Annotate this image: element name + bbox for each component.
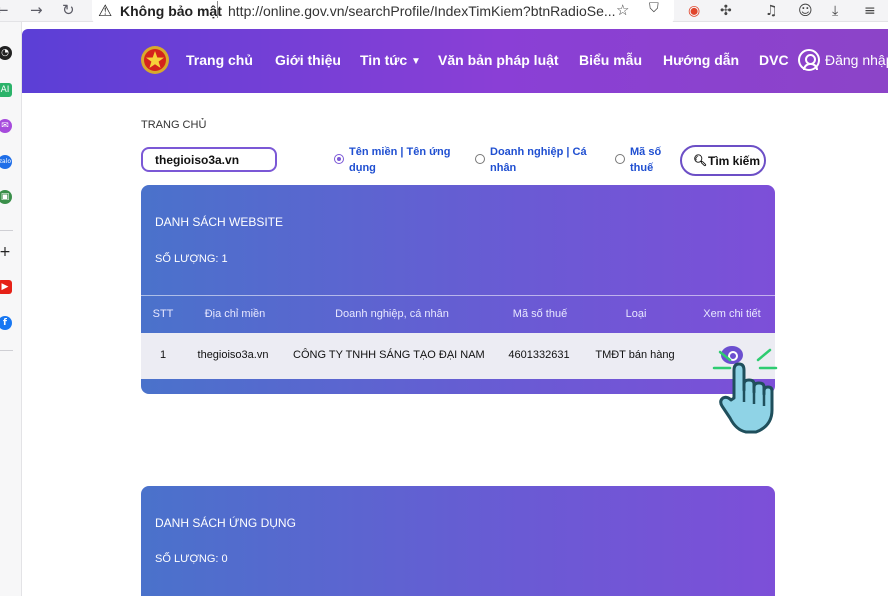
nav-guide[interactable]: Hướng dẫn (663, 52, 739, 68)
forward-arrow-icon[interactable]: → (30, 1, 43, 19)
browser-toolbar: ← → ↻ ⚠ Không bảo mật http://online.gov.… (0, 0, 888, 24)
column-header-tax: Mã số thuế (512, 308, 568, 320)
youtube-icon[interactable]: ▶ (0, 280, 12, 294)
cell-tax: 4601332631 (508, 349, 570, 361)
zalo-icon[interactable]: zalo (0, 155, 12, 169)
puzzle-extensions-icon[interactable]: ✣ (720, 3, 732, 19)
column-header-company: Doanh nghiệp, cá nhân (335, 308, 449, 320)
nav-about[interactable]: Giới thiệu (275, 52, 341, 68)
app-list-card: DANH SÁCH ỨNG DỤNG SỐ LƯỢNG: 0 (141, 486, 775, 596)
cell-type: TMĐT bán hàng (595, 349, 675, 361)
search-icon: 🔍︎ (693, 154, 707, 167)
search-button-label: Tìm kiếm (708, 154, 761, 168)
url-text[interactable]: http://online.gov.vn/searchProfile/Index… (228, 3, 616, 19)
user-icon[interactable] (798, 49, 820, 71)
website-list-title: DANH SÁCH WEBSITE (155, 215, 284, 229)
warning-icon: ⚠ (98, 1, 113, 20)
security-label: Không bảo mật (120, 3, 222, 19)
bookmark-star-icon[interactable]: ☆ (616, 1, 629, 19)
nav-forms[interactable]: Biểu mẫu (579, 52, 642, 68)
radio-domain-app-label[interactable]: Tên miền | Tên ứng dụng (349, 144, 451, 176)
cell-domain: thegioiso3a.vn (197, 349, 269, 361)
table-header: STT Địa chỉ miền Doanh nghiệp, cá nhân M… (141, 295, 775, 333)
media-playlist-icon[interactable]: ♫ (765, 3, 778, 19)
gamepad-icon[interactable]: ▣ (0, 190, 12, 204)
column-header-type: Loại (625, 308, 647, 320)
download-icon[interactable]: ⤓ (832, 3, 838, 19)
address-bar[interactable]: ⚠ Không bảo mật http://online.gov.vn/sea… (92, 0, 674, 24)
account-icon[interactable]: ☺ (798, 3, 813, 19)
radio-tax-code-label[interactable]: Mã số thuế (630, 144, 661, 176)
national-emblem-logo[interactable] (140, 44, 170, 76)
divider (217, 1, 218, 18)
ai-chat-icon[interactable]: AI (0, 83, 12, 97)
cell-stt: 1 (159, 349, 167, 361)
nav-news[interactable]: Tin tức (360, 52, 407, 68)
breadcrumb[interactable]: TRANG CHỦ (141, 119, 206, 131)
radio-tax-code[interactable] (615, 154, 625, 164)
extension-icon[interactable]: ◉ (688, 3, 700, 19)
messenger-icon[interactable]: ✉ (0, 119, 12, 133)
sidebar-divider (0, 230, 13, 231)
nav-dvc[interactable]: DVC (759, 52, 789, 68)
app-count: SỐ LƯỢNG: 0 (155, 553, 228, 565)
sidebar-divider (0, 350, 13, 351)
nav-home[interactable]: Trang chủ (186, 52, 253, 68)
nav-legal-documents[interactable]: Văn bản pháp luật (438, 52, 559, 68)
add-panel-icon[interactable]: + (0, 245, 12, 259)
login-link[interactable]: Đăng nhập (825, 52, 888, 68)
menu-icon[interactable]: ≡ (864, 3, 876, 19)
browser-sidebar: ◔ AI ✉ zalo ▣ + ▶ f (0, 22, 22, 596)
radio-business-individual-label[interactable]: Doanh nghiệp | Cá nhân (490, 144, 587, 176)
website-count: SỐ LƯỢNG: 1 (155, 253, 228, 265)
app-list-title: DANH SÁCH ỨNG DỤNG (155, 516, 296, 530)
reload-icon[interactable]: ↻ (62, 1, 75, 19)
search-input[interactable] (141, 147, 277, 172)
column-header-stt: STT (152, 308, 174, 320)
chevron-down-icon[interactable]: ▼ (411, 56, 421, 67)
table-row: 1 thegioiso3a.vn CÔNG TY TNHH SÁNG TẠO Đ… (141, 333, 775, 379)
radio-business-individual[interactable] (475, 154, 485, 164)
facebook-icon[interactable]: f (0, 316, 12, 330)
website-list-card: DANH SÁCH WEBSITE SỐ LƯỢNG: 1 STT Địa ch… (141, 185, 775, 394)
column-header-details: Xem chi tiết (703, 308, 761, 320)
cell-company: CÔNG TY TNHH SÁNG TẠO ĐẠI NAM (293, 349, 485, 361)
pointer-hand-icon (712, 348, 778, 434)
search-button[interactable]: 🔍︎ Tìm kiếm (680, 145, 766, 176)
radio-domain-app[interactable] (334, 154, 344, 164)
column-header-domain: Địa chỉ miền (204, 308, 266, 320)
site-header: Trang chủ Giới thiệu Tin tức ▼ Văn bản p… (22, 29, 888, 93)
back-arrow-icon[interactable]: ← (0, 1, 9, 19)
shield-icon[interactable]: ⛉ (649, 1, 659, 16)
history-icon[interactable]: ◔ (0, 46, 12, 60)
